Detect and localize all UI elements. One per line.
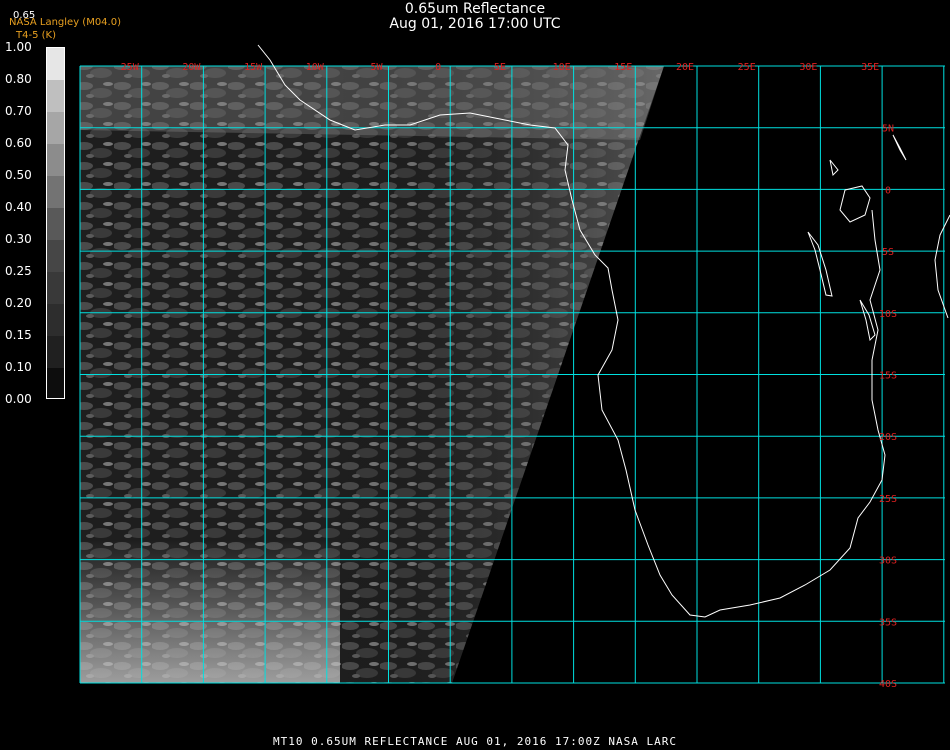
latitude-label: 15S [879,371,897,382]
longitude-label: 15E [614,62,632,73]
longitude-label: 5E [494,62,506,73]
longitude-label: 10E [553,62,571,73]
satellite-map: 25W 20W 15W 10W 5W 0 5E 10E 15E 20E 25E 30E 35E 5N 0 5S… [79,44,950,690]
longitude-label: 30E [799,62,817,73]
longitude-label: 20W [182,62,201,73]
latitude-label: 35S [879,617,897,628]
island-outline [829,134,907,177]
longitude-label: 15W [244,62,263,73]
longitude-label: 25E [738,62,756,73]
latitude-label: 40S [879,679,897,690]
lake-malawi-outline [859,299,876,342]
east-coast-outline [934,214,950,319]
longitude-label: 0 [435,62,441,73]
longitude-label: 5W [370,62,383,73]
latitude-label: 10S [879,309,897,320]
longitude-label: 20E [676,62,694,73]
longitude-label: 25W [121,62,140,73]
latitude-label: 5S [882,247,894,258]
footer-caption: MT10 0.65UM REFLECTANCE AUG 01, 2016 17:… [273,735,677,748]
latitude-label: 20S [879,432,897,443]
longitude-label: 10W [306,62,325,73]
latitude-label: 25S [879,494,897,505]
latitude-label: 0 [885,185,891,196]
longitude-label: 35E [861,62,879,73]
lake-victoria-outline [839,185,871,223]
latitude-label: 5N [882,124,894,135]
latitude-label: 30S [879,556,897,567]
